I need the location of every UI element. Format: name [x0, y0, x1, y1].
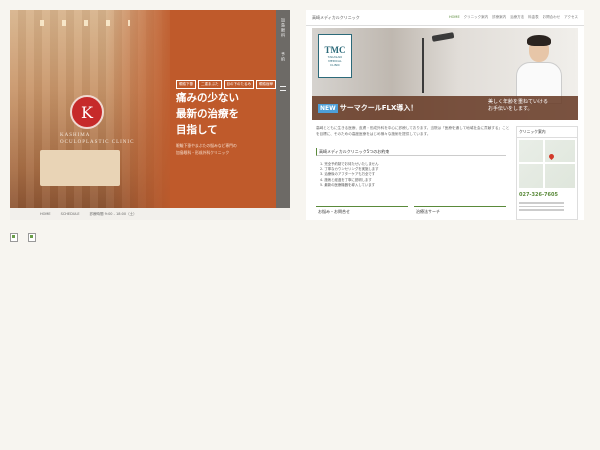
broken-image-icon: [10, 233, 18, 242]
reception-counter: [40, 150, 120, 186]
nav-item-home[interactable]: HOME: [449, 15, 460, 20]
left-website-screenshot: K KASHIMA OCULOPLASTIC CLINIC 眼瞼下垂 二重まぶた…: [10, 10, 290, 220]
tmc-logo-sub: TAKASAKI MEDICAL CLINIC: [327, 55, 343, 67]
tag-item[interactable]: 目の下のたるみ: [223, 80, 254, 89]
list-item: 5. 最新の医療機器を導入しています: [320, 182, 376, 187]
lamp-head: [431, 32, 455, 42]
map-pin-icon: [547, 152, 556, 161]
nav-item[interactable]: アクセス: [564, 15, 578, 20]
subtext-line: 眼瞼下垂やまぶたの悩みなど専門の: [176, 143, 237, 148]
nav-item[interactable]: 治療方法: [510, 15, 524, 20]
hero-subtext: 眼瞼下垂やまぶたの悩みなど専門の 加島眼科・形成外科クリニック: [176, 142, 281, 156]
tag-item[interactable]: 眼瞼下垂: [176, 80, 196, 89]
hero-banner: TMC TAKASAKI MEDICAL CLINIC NEW サーマクールFL…: [312, 28, 578, 120]
hero-headline: 痛みの少ない 最新の治療を 目指して: [176, 90, 276, 138]
clinic-info-sidebar: クリニック案内 027-326-7605: [516, 126, 578, 220]
sidebar-text[interactable]: 予約: [280, 52, 286, 62]
site-header: 高崎メディカルクリニック HOME クリニック案内 診療案内 治療方法 料金表 …: [306, 10, 584, 26]
phone-number[interactable]: 027-326-7605: [517, 190, 577, 200]
tmc-logo-main: TMC: [324, 45, 346, 55]
tag-item[interactable]: 眼瞼痙攣: [256, 80, 276, 89]
clinic-logo[interactable]: K KASHIMA OCULOPLASTIC CLINIC: [60, 95, 150, 146]
footer-link[interactable]: SCHEDULE: [61, 212, 80, 216]
footer-link[interactable]: HOME: [40, 212, 51, 216]
new-badge: NEW: [318, 103, 338, 113]
k-logo-icon: K: [70, 95, 104, 129]
headline-line: 痛みの少ない: [176, 92, 239, 104]
intro-text: 高崎とともに生きる医療、皮膚・形成外科を中心に診療しております。当院は「医療を通…: [316, 126, 510, 136]
clinic-map[interactable]: [519, 140, 575, 188]
inquiry-box[interactable]: お悩み・お問合せ: [316, 206, 408, 220]
map-road: [519, 162, 575, 164]
lamp-pole: [422, 38, 424, 93]
footer-hours: 診療時間 9:00 - 18:00（土）: [89, 211, 137, 216]
broken-image-icon: [28, 233, 36, 242]
nav-item[interactable]: 料金表: [528, 15, 539, 20]
banner-tagline: 美しく年齢を重ねていける お手伝いをします。: [487, 99, 548, 112]
subtext-line: 加島眼科・形成外科クリニック: [176, 150, 230, 155]
nav-item[interactable]: クリニック案内: [464, 15, 489, 20]
sidebar-info-lines: [517, 202, 577, 211]
main-nav: HOME クリニック案内 診療案内 治療方法 料金表 お問合わせ アクセス: [449, 15, 578, 20]
clinic-logo-text: KASHIMA OCULOPLASTIC CLINIC: [60, 133, 135, 145]
promises-list: 1. 完全予約制でお待たせいたしません 2. 丁寧なカウンセリングを実施します …: [320, 162, 470, 188]
tmc-logo[interactable]: TMC TAKASAKI MEDICAL CLINIC: [318, 34, 352, 78]
vertical-sidebar: 加島眼科 予約: [276, 10, 290, 208]
promises-heading: 高崎メディカルクリニック5つのお約束: [316, 148, 506, 156]
site-name[interactable]: 高崎メディカルクリニック: [312, 15, 360, 21]
treatment-tags: 眼瞼下垂 二重まぶた 目の下のたるみ 眼瞼痙攣: [176, 80, 276, 89]
headline-line: 目指して: [176, 124, 218, 136]
doctor-hair: [527, 35, 551, 46]
sidebar-text[interactable]: 加島眼科: [280, 18, 286, 38]
treatment-search-box[interactable]: 治療法サーチ: [414, 206, 506, 220]
tag-item[interactable]: 二重まぶた: [198, 80, 222, 89]
map-road: [543, 140, 545, 188]
nav-item[interactable]: お問合わせ: [543, 15, 561, 20]
menu-icon[interactable]: [280, 86, 286, 91]
ceiling-lamps: [40, 20, 130, 26]
doctor-photo: [512, 34, 566, 104]
sidebar-heading: クリニック案内: [517, 127, 577, 138]
headline-line: 最新の治療を: [176, 108, 239, 120]
promo-banner[interactable]: NEW サーマクールFLX導入！ 美しく年齢を重ねていける お手伝いをします。: [312, 96, 578, 120]
right-website-screenshot: 高崎メディカルクリニック HOME クリニック案内 診療案内 治療方法 料金表 …: [306, 10, 584, 220]
nav-item[interactable]: 診療案内: [492, 15, 506, 20]
left-footer-bar: HOME SCHEDULE 診療時間 9:00 - 18:00（土）: [10, 208, 290, 220]
banner-text: サーマクールFLX導入！: [339, 104, 418, 112]
